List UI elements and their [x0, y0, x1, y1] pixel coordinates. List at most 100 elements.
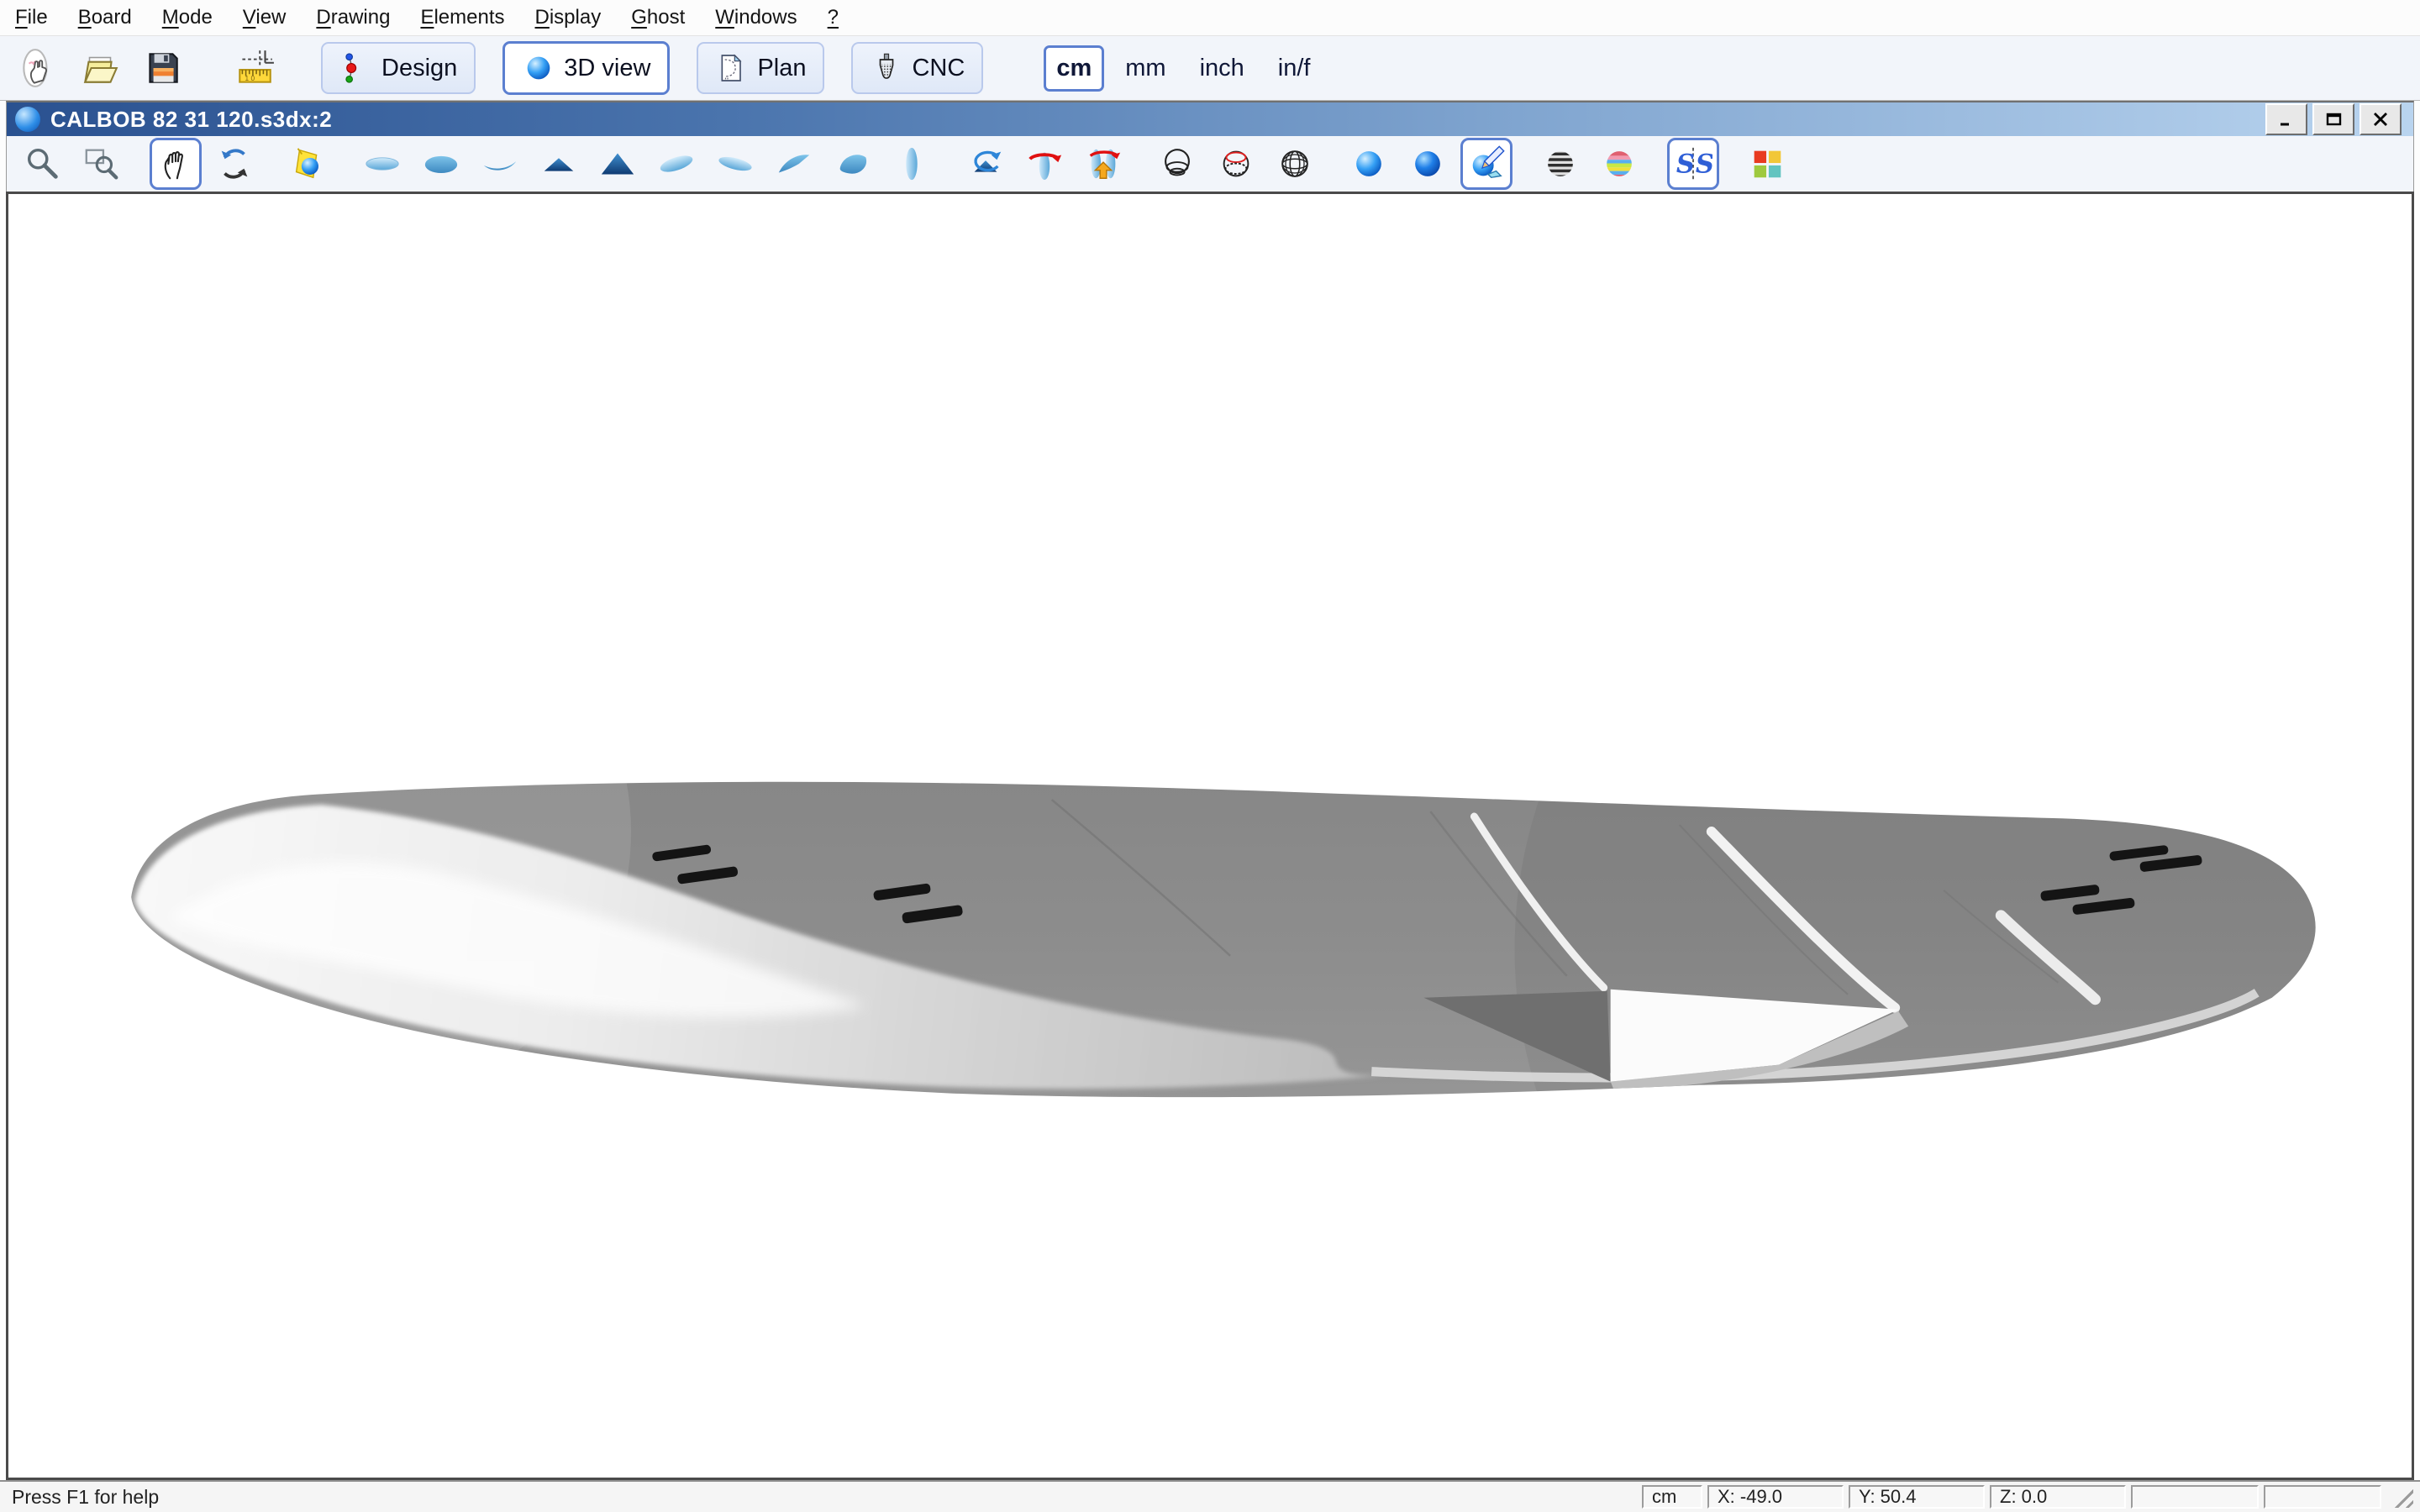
menu-item-drawing[interactable]: Drawing — [316, 6, 390, 29]
view-quarter-left-button[interactable] — [768, 138, 820, 190]
maximize-icon — [2324, 112, 2343, 127]
render-smooth-button[interactable] — [1343, 138, 1395, 190]
dimensions-button[interactable] — [229, 42, 281, 94]
icon-rotate-view — [966, 144, 1005, 183]
maximize-button[interactable] — [2312, 103, 2354, 135]
open-button[interactable] — [74, 42, 126, 94]
icon-cnc-tool — [870, 51, 903, 85]
wireframe-button[interactable] — [1151, 138, 1203, 190]
zoom-window-button[interactable] — [76, 138, 128, 190]
application-window: File Board Mode View Drawing Elements Display G… — [0, 0, 2420, 1512]
contour-color-button[interactable] — [1593, 138, 1645, 190]
icon-view-back — [598, 144, 637, 183]
menu-item-board[interactable]: Board — [78, 6, 132, 29]
menu-item-mode[interactable]: Mode — [162, 6, 213, 29]
icon-view-persp-left — [657, 144, 696, 183]
icon-sphere-3d — [522, 51, 555, 85]
plan-button[interactable]: Plan — [697, 42, 824, 94]
status-panel-y: Y: 50.4 — [1849, 1485, 1985, 1509]
icon-view-rocker — [481, 144, 519, 183]
spin-vertical-button[interactable] — [1077, 138, 1129, 190]
color-panels-button[interactable] — [1741, 138, 1793, 190]
unit-mm-button[interactable]: mm — [1113, 45, 1178, 92]
icon-spin-horizontal — [1025, 144, 1064, 183]
menu-item-elements[interactable]: Elements — [420, 6, 504, 29]
icon-wireframe-red — [1217, 144, 1255, 183]
menu-item-view[interactable]: View — [243, 6, 287, 29]
view-back-button[interactable] — [592, 138, 644, 190]
document-window: CALBOB 82 31 120.s3dx:2 — [6, 101, 2414, 1480]
document-title: CALBOB 82 31 120.s3dx:2 — [50, 107, 332, 133]
main-toolbar: Design 3D view Plan CNC cmmminchin/f — [0, 35, 2420, 101]
zoom-button[interactable] — [17, 138, 69, 190]
status-panel-cm: cm — [1642, 1485, 1702, 1509]
spin-horizontal-button[interactable] — [1018, 138, 1071, 190]
resize-grip[interactable] — [2388, 1486, 2413, 1508]
close-button[interactable] — [2360, 103, 2402, 135]
menu-item-ghost[interactable]: Ghost — [631, 6, 685, 29]
icon-board-hand — [17, 47, 59, 89]
wireframe-red-button[interactable] — [1210, 138, 1262, 190]
status-panel-empty-4 — [2131, 1485, 2259, 1509]
view-toolbar — [6, 136, 2414, 192]
save-button[interactable] — [136, 42, 188, 94]
menu-item-windows[interactable]: Windows — [715, 6, 797, 29]
design-button-label: Design — [381, 55, 457, 82]
view-perspective-left-button[interactable] — [650, 138, 702, 190]
rotate-3d-button[interactable] — [208, 138, 260, 190]
view-top-outline-button[interactable] — [356, 138, 408, 190]
icon-ruler — [234, 47, 276, 89]
render-design-button[interactable] — [1460, 138, 1512, 190]
render-shaded-button[interactable] — [1402, 138, 1454, 190]
status-bar: Press F1 for help cmX: -49.0Y: 50.4Z: 0.… — [0, 1480, 2420, 1512]
view-perspective-right-button[interactable] — [709, 138, 761, 190]
icon-view-front — [539, 144, 578, 183]
curvature-button[interactable] — [1667, 138, 1719, 190]
icon-wireframe — [1158, 144, 1197, 183]
pan-button[interactable] — [150, 138, 202, 190]
lighting-button[interactable] — [282, 138, 334, 190]
icon-open-folder — [79, 47, 121, 89]
icon-edit-render — [1467, 144, 1506, 183]
icon-ss-curves — [1674, 144, 1712, 183]
close-icon — [2371, 112, 2390, 127]
unit-cm-button[interactable]: cm — [1044, 45, 1104, 92]
mesh-button[interactable] — [1269, 138, 1321, 190]
icon-view-persp-right — [716, 144, 755, 183]
view-plan-vertical-button[interactable] — [886, 138, 938, 190]
unit-inf-button[interactable]: in/f — [1265, 45, 1323, 92]
icon-view-quarter-left — [775, 144, 813, 183]
icon-view-quarter-right — [834, 144, 872, 183]
view-front-button[interactable] — [533, 138, 585, 190]
status-panel-z: Z: 0.0 — [1990, 1485, 2126, 1509]
design-button[interactable]: Design — [321, 42, 476, 94]
view-bottom-button[interactable] — [415, 138, 467, 190]
icon-zoom — [24, 144, 62, 183]
menu-item-file[interactable]: File — [15, 6, 48, 29]
icon-stripes-color — [1600, 144, 1639, 183]
unit-inch-button[interactable]: inch — [1187, 45, 1257, 92]
status-panel-x: X: -49.0 — [1707, 1485, 1844, 1509]
new-board-button[interactable] — [12, 42, 64, 94]
icon-color-squares — [1748, 144, 1786, 183]
view-quarter-right-button[interactable] — [827, 138, 879, 190]
rotate-view-button[interactable] — [960, 138, 1012, 190]
icon-view-bottom — [422, 144, 460, 183]
status-panel-empty-5 — [2264, 1485, 2381, 1509]
icon-sphere-blue — [1408, 144, 1447, 183]
menu-item-help[interactable]: ? — [828, 6, 839, 29]
cnc-button[interactable]: CNC — [851, 42, 983, 94]
view-rocker-button[interactable] — [474, 138, 526, 190]
contour-gray-button[interactable] — [1534, 138, 1586, 190]
minimize-button[interactable] — [2265, 103, 2307, 135]
canvas-3d-viewport[interactable] — [6, 192, 2414, 1480]
icon-zoom-window — [82, 144, 121, 183]
board-3d-render — [8, 194, 2412, 1478]
minimize-icon — [2277, 112, 2296, 127]
icon-design-nodes — [339, 51, 373, 85]
document-titlebar[interactable]: CALBOB 82 31 120.s3dx:2 — [6, 101, 2414, 136]
plan-button-label: Plan — [757, 55, 806, 82]
view-3d-button[interactable]: 3D view — [502, 41, 670, 95]
menu-item-display[interactable]: Display — [535, 6, 602, 29]
unit-selector: cmmminchin/f — [1044, 45, 1323, 92]
